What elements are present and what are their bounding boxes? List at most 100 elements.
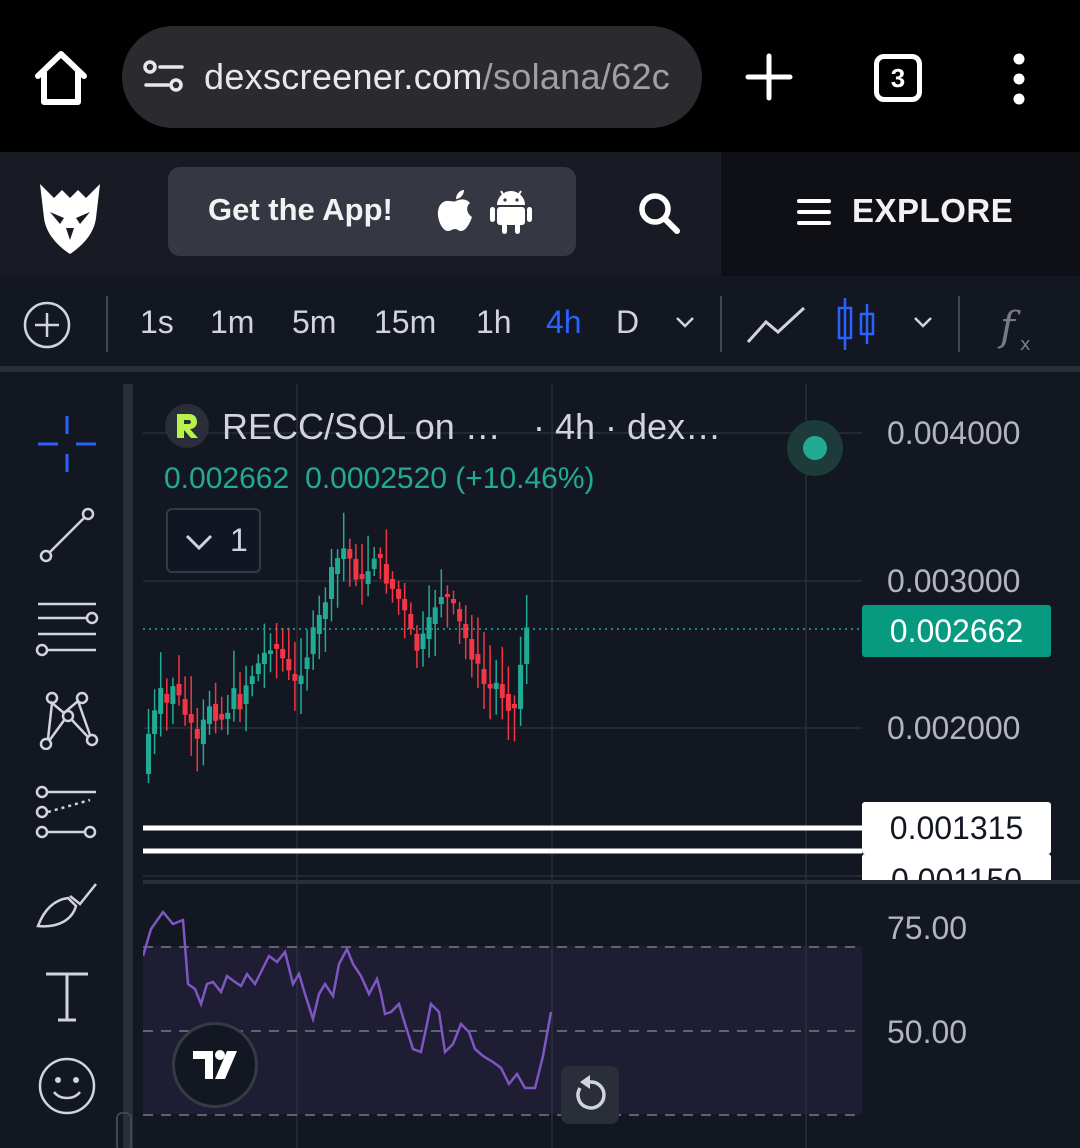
candle-body [158, 688, 164, 714]
brush-icon[interactable] [34, 874, 100, 934]
line-price-tag: 0.001150 [862, 854, 1051, 880]
svg-text:x: x [1020, 334, 1031, 352]
pattern-tool-icon[interactable] [34, 690, 100, 751]
search-icon[interactable] [636, 190, 682, 236]
ohlc-change: 0.0002520 (+10.46%) [305, 462, 595, 495]
candle-body [316, 615, 322, 634]
line-chart-icon[interactable] [746, 304, 806, 346]
candle-body [426, 617, 432, 639]
candle-body [438, 597, 444, 604]
candle-body [475, 654, 481, 664]
timeframe-1s[interactable]: 1s [140, 304, 174, 341]
candle-body [512, 704, 517, 709]
candle-body [481, 669, 487, 684]
home-icon[interactable] [30, 48, 92, 108]
price-axis-label: 0.003000 [887, 563, 1021, 599]
candle-body [329, 567, 334, 599]
more-menu-icon[interactable] [1004, 52, 1034, 106]
candle-body [499, 684, 505, 699]
chart-type-dropdown-chevron-icon[interactable] [912, 314, 934, 330]
tradingview-logo-icon[interactable] [172, 1022, 258, 1108]
timeframe-4h[interactable]: 4h [546, 304, 582, 341]
price-axis-label: 0.002000 [887, 710, 1021, 746]
candle-body [457, 609, 463, 622]
candle-body [249, 676, 255, 684]
candle-body [341, 548, 347, 559]
candle-body [487, 684, 493, 689]
timeframe-5m[interactable]: 5m [292, 304, 336, 341]
add-symbol-icon[interactable] [22, 300, 72, 350]
price-axis-label: 0.004000 [887, 415, 1021, 451]
candle-body [524, 627, 530, 664]
rsi-axis-label: 75.00 [887, 910, 968, 946]
toolbar-collapse-handle[interactable] [116, 1112, 132, 1148]
emoji-icon[interactable] [34, 1056, 100, 1116]
candle-body [402, 599, 408, 611]
drawing-toolbar [0, 384, 133, 1148]
candle-body [286, 659, 292, 671]
candle-body [274, 644, 280, 649]
crosshair-icon[interactable] [34, 414, 100, 474]
line-price-tag: 0.001315 [862, 802, 1051, 854]
pair-title[interactable]: RECC/SOL on … [222, 406, 501, 448]
toolbar-divider [720, 296, 722, 352]
candle-body [335, 558, 341, 574]
candle-body [347, 549, 353, 559]
candle-body [188, 714, 194, 723]
reset-chart-icon[interactable] [561, 1066, 619, 1124]
candle-body [237, 694, 243, 710]
url-path: /solana/62c [482, 56, 671, 97]
chart-pane[interactable]: RECC/SOL on … · 4h · dex… 0.002662 0.0002… [143, 384, 1080, 1148]
candle-body [353, 559, 359, 580]
candle-body [518, 664, 524, 709]
candle-body [322, 602, 328, 619]
new-tab-icon[interactable] [744, 52, 794, 102]
timeframe-1m[interactable]: 1m [210, 304, 254, 341]
timeframe-d[interactable]: D [616, 304, 639, 341]
ohlc-values: 0.002662 0.0002520 (+10.46%) [164, 462, 595, 496]
candle-body [164, 694, 170, 703]
market-status-icon [787, 420, 843, 476]
address-bar[interactable]: dexscreener.com/solana/62c [122, 26, 702, 128]
forecast-tool-icon[interactable] [34, 782, 100, 842]
rsi-axis-label: 50.00 [887, 1014, 968, 1050]
ohlc-price: 0.002662 [164, 462, 290, 495]
candle-body [371, 558, 377, 569]
candle-body [298, 675, 304, 684]
candle-body [444, 594, 450, 598]
timeframe-15m[interactable]: 15m [374, 304, 436, 341]
svg-text:f: f [997, 304, 1021, 350]
url-domain: dexscreener.com [204, 56, 483, 97]
explore-button[interactable]: EXPLORE [721, 152, 1080, 276]
candle-body [383, 564, 389, 584]
indicators-toggle-button[interactable]: 1 [166, 508, 261, 573]
timeframe-dropdown-chevron-icon[interactable] [674, 314, 696, 330]
candle-body [414, 634, 420, 651]
horizontal-lines-icon[interactable] [34, 598, 100, 658]
candle-body [505, 694, 511, 711]
candle-body [225, 712, 231, 719]
indicators-fx-icon[interactable]: fx [996, 304, 1040, 355]
get-app-button[interactable]: Get the App! [168, 167, 576, 256]
pair-interval: · 4h · dex… [533, 406, 722, 447]
dexscreener-logo-icon[interactable] [36, 178, 104, 256]
site-settings-icon[interactable] [142, 59, 186, 95]
trend-line-icon[interactable] [34, 506, 100, 566]
candle-body [176, 684, 182, 696]
get-app-label: Get the App! [208, 192, 393, 227]
candle-body [304, 657, 310, 669]
tab-switcher-button[interactable]: 3 [874, 54, 922, 102]
candle-body [396, 589, 402, 599]
explore-label: EXPLORE [852, 192, 1014, 229]
url-text[interactable]: dexscreener.com/solana/62c [204, 56, 670, 98]
chevron-down-icon [184, 532, 214, 552]
candle-body [390, 579, 395, 589]
timeframe-1h[interactable]: 1h [476, 304, 512, 341]
candlestick-chart-icon[interactable] [836, 296, 876, 352]
android-icon [490, 189, 532, 235]
candle-body [292, 674, 298, 681]
token-icon [165, 404, 209, 448]
apple-icon [436, 189, 476, 233]
candle-body [493, 682, 499, 689]
text-tool-icon[interactable] [34, 966, 100, 1026]
